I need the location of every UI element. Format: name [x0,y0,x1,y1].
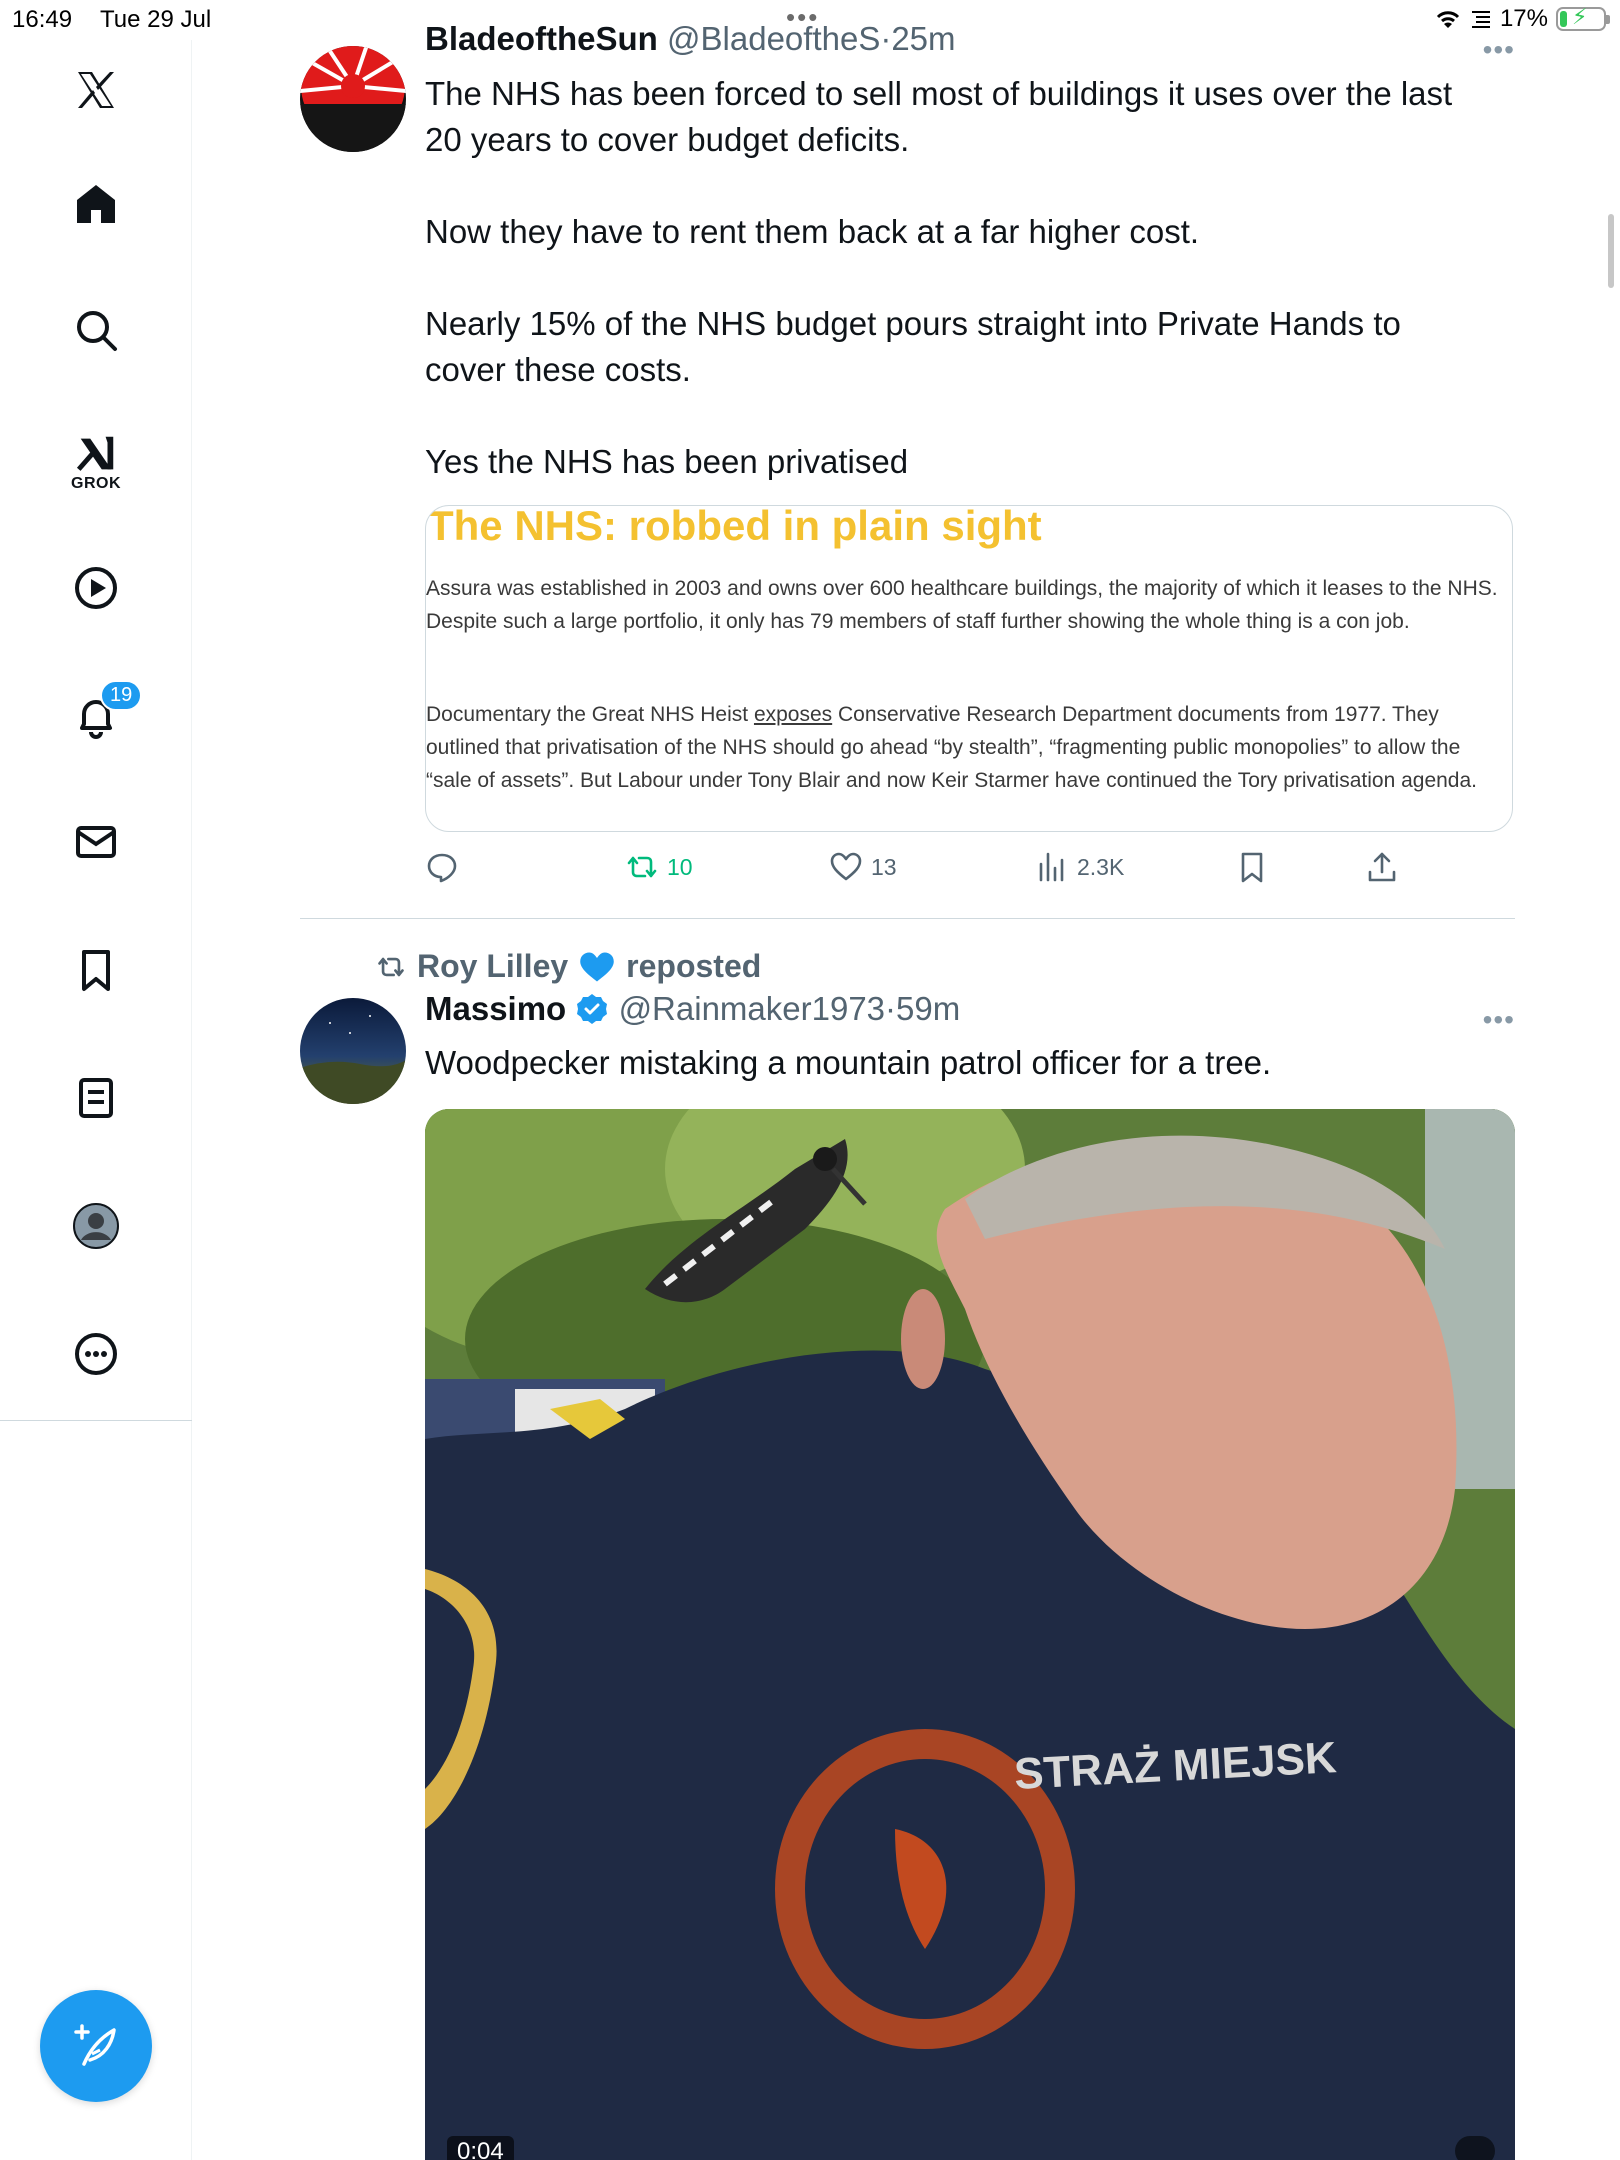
views-chart-icon [1039,852,1064,882]
card-title: The NHS: robbed in plain sight [428,505,1042,549]
reposter-name[interactable]: Roy Lilley [417,948,568,985]
mute-toggle-icon[interactable] [1455,2136,1495,2160]
video-icon[interactable] [56,548,136,628]
status-time: 16:49 [12,6,73,33]
reply-icon [427,853,457,883]
display-name[interactable]: Massimo [425,990,566,1027]
notifications-icon[interactable]: 19 [56,676,143,756]
wifi-icon [1436,11,1460,28]
x-logo-icon[interactable] [56,50,136,130]
timestamp[interactable]: ·59m [885,990,960,1027]
orientation-lock-icon [1471,11,1490,28]
grok-icon[interactable]: GROK [56,422,136,502]
video-timer: 0:04 [447,2136,514,2160]
battery-icon: ⚡ [1556,4,1610,31]
tweet-paragraph: Yes the NHS has been privatised [425,443,909,480]
avatar[interactable] [300,46,406,152]
avatar[interactable] [300,998,406,1104]
retweet-icon [627,856,657,878]
more-options-icon[interactable]: ••• [1483,34,1515,66]
status-right: 17% ⚡ [1434,4,1610,33]
lists-icon[interactable] [56,1058,136,1138]
verified-badge-icon [577,994,608,1024]
bookmark-button[interactable] [1235,850,1269,884]
share-button[interactable] [1365,850,1399,884]
more-icon[interactable] [56,1314,136,1394]
views-button[interactable]: 2.3K [1035,850,1124,884]
blue-heart-icon [580,951,614,982]
tweet-header: BladeoftheSun @BladeoftheS·25m [425,20,956,58]
scroll-indicator[interactable] [1608,214,1614,288]
heart-icon [830,852,862,881]
tweet-separator [300,918,1515,919]
tweet-paragraph: Now they have to rent them back at a far… [425,213,1200,250]
search-icon[interactable] [56,290,136,370]
compose-post-button[interactable] [40,1990,152,2102]
more-options-icon[interactable]: ••• [1483,1004,1515,1036]
repost-indicator[interactable]: Roy Lilley reposted [375,948,761,985]
video-player[interactable]: STRAŻ MIEJSK 0:04 [425,1109,1515,2160]
sidebar-divider [0,1420,192,1421]
timestamp[interactable]: ·25m [880,20,955,57]
profile-icon[interactable] [56,1186,136,1266]
card-link: exposes [753,703,833,726]
battery-percent: 17% [1499,5,1548,32]
sidebar: GROK 19 [0,40,192,2160]
handle[interactable]: @Rainmaker1973 [619,990,885,1027]
tweet-text: Woodpecker mistaking a mountain patrol o… [425,1044,1272,1081]
home-icon[interactable] [56,164,136,244]
bookmarks-icon[interactable] [56,930,136,1010]
messages-icon[interactable] [56,802,136,882]
video-frame-image: STRAŻ MIEJSK [425,1109,1515,2160]
compose-feather-icon [74,2024,116,2066]
tweet-paragraph: The NHS has been forced to sell most of … [425,75,1453,158]
display-name[interactable]: BladeoftheSun [425,20,658,57]
status-date: Tue 29 Jul [100,6,212,33]
retweet-count: 10 [667,853,693,880]
article-image-card[interactable]: The NHS: robbed in plain sight Assura wa… [425,505,1513,832]
tweet-paragraph: Nearly 15% of the NHS budget pours strai… [425,305,1401,388]
notification-badge: 19 [100,680,143,711]
view-count: 2.3K [1077,853,1125,880]
card-paragraph: Assura was established in 2003 and owns … [426,577,1498,633]
card-paragraph: Documentary the Great NHS Heist exposes … [426,703,1477,792]
tweet-text: The NHS has been forced to sell most of … [425,71,1485,485]
tweet-header: Massimo @Rainmaker1973·59m [425,990,960,1028]
bookmark-icon [1241,852,1263,883]
reply-button[interactable] [425,850,459,884]
like-count: 13 [871,853,897,880]
grok-label: GROK [71,475,121,492]
share-icon [1368,852,1396,882]
like-button[interactable]: 13 [829,850,897,884]
handle[interactable]: @BladeoftheS [667,20,880,57]
reposted-label: reposted [626,948,762,984]
retweet-button[interactable]: 10 [625,850,693,884]
retweet-icon [378,957,404,976]
tweet-actions: 10 13 2.3K [425,850,1425,894]
